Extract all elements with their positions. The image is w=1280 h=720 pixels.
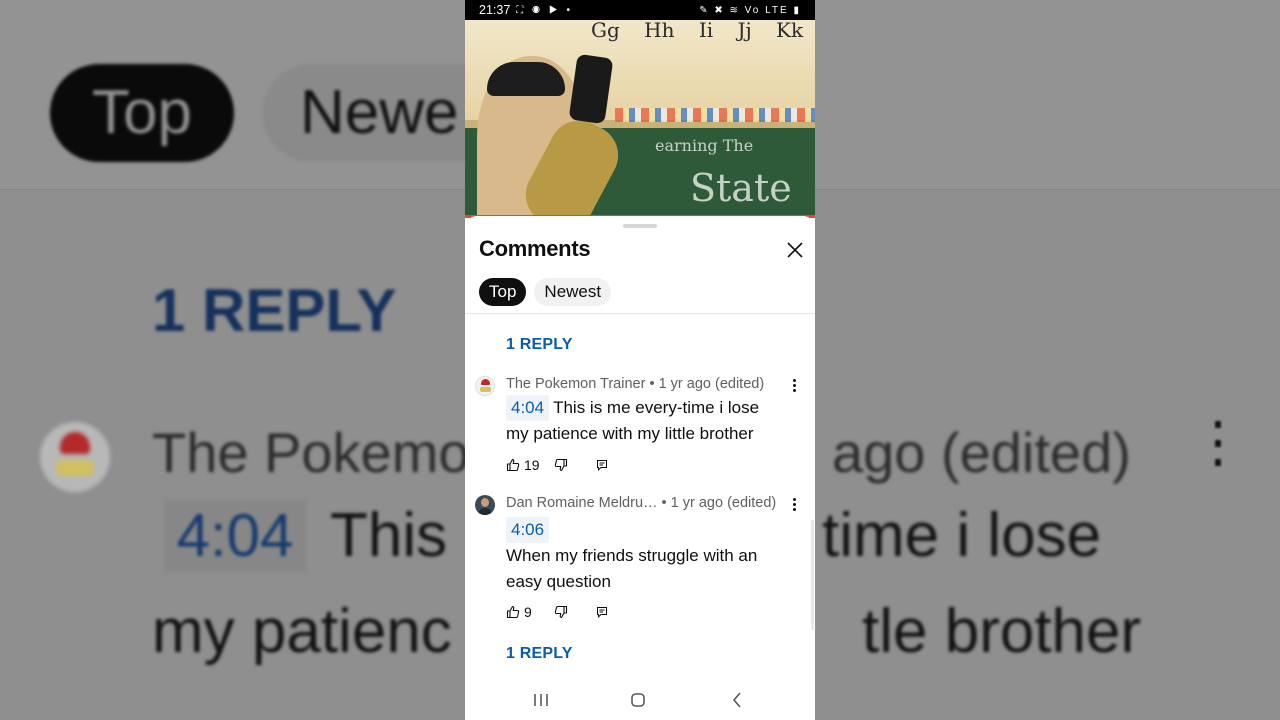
- comment-meta: The Pokemon Trainer • 1 yr ago (edited): [506, 376, 764, 392]
- bg-text-line2-right: tle brother: [862, 597, 1142, 666]
- thumbs-up-icon: [506, 605, 520, 619]
- notification-icons: ⛶ ◉ ▶ •: [516, 4, 574, 16]
- android-nav-bar: [465, 680, 815, 720]
- timestamp-link[interactable]: 4:06: [506, 517, 550, 543]
- comment-author[interactable]: The Pokemon Trainer: [506, 376, 645, 392]
- sort-tabs: Top Newest: [479, 278, 612, 306]
- bg-chip-top: Top: [50, 64, 234, 162]
- comment-meta: Dan Romaine Meldru… • 1 yr ago (edited): [506, 495, 776, 511]
- status-bar: 21:37 ⛶ ◉ ▶ • ✎ ✖ ≋ Vo LTE ▮: [465, 0, 815, 20]
- bg-meta-right: ago (edited): [832, 421, 1131, 484]
- thumbs-down-icon: [554, 458, 567, 472]
- bg-kebab-icon: ⋮: [1190, 410, 1246, 473]
- bg-meta-left: The Pokemo: [152, 421, 470, 484]
- kebab-dot-icon: [792, 384, 796, 387]
- home-icon: [631, 693, 645, 707]
- reply-button[interactable]: [596, 459, 608, 471]
- header-divider: [465, 313, 815, 314]
- comment-text-line2: my patience with my little brother: [506, 424, 754, 443]
- meta-separator: •: [649, 376, 655, 392]
- comments-sheet: Comments Top Newest 1 REPLY The Pokemon …: [465, 216, 815, 720]
- kebab-dot-icon: [792, 498, 796, 501]
- reply-comment-icon: [596, 607, 607, 618]
- like-button[interactable]: 9: [506, 604, 532, 620]
- comment-text-line1: When my friends struggle with an: [506, 546, 758, 565]
- bg-timestamp: 4:04: [164, 500, 306, 572]
- bg-text-line2-left: my patienc: [152, 597, 452, 666]
- kebab-dot-icon: [792, 389, 796, 392]
- comment-author[interactable]: Dan Romaine Meldru…: [506, 495, 658, 511]
- comment-actions: 19: [506, 456, 608, 474]
- kebab-dot-icon: [792, 379, 796, 382]
- phone-screen: 21:37 ⛶ ◉ ▶ • ✎ ✖ ≋ Vo LTE ▮ Gg Hh Ii Jj…: [465, 0, 815, 720]
- bg-reply-link: 1 REPLY: [152, 277, 397, 344]
- comment-menu-button[interactable]: [788, 496, 800, 514]
- comment-menu-button[interactable]: [788, 377, 800, 395]
- video-alphabet-letters: Gg Hh Ii Jj Kk: [591, 20, 804, 42]
- back-icon: [732, 692, 741, 708]
- recent-apps-icon: [534, 694, 548, 706]
- view-replies-link[interactable]: 1 REPLY: [506, 645, 573, 663]
- comment-text-line1: This is me every-time i lose: [553, 398, 760, 417]
- close-icon: [787, 242, 803, 258]
- thumbs-down-icon: [554, 605, 567, 619]
- sheet-title: Comments: [479, 236, 591, 261]
- back-button[interactable]: [727, 690, 747, 710]
- dislike-button[interactable]: [554, 458, 568, 472]
- drag-handle[interactable]: [623, 224, 657, 228]
- meta-separator: •: [661, 495, 667, 511]
- system-icons: ✎ ✖ ≋ Vo LTE ▮: [699, 4, 801, 16]
- comment-body: 4:06 When my friends struggle with an ea…: [506, 517, 796, 595]
- close-button[interactable]: [783, 238, 807, 262]
- video-player[interactable]: Gg Hh Ii Jj Kk earning The State: [465, 20, 815, 218]
- kebab-dot-icon: [792, 503, 796, 506]
- like-count: 9: [524, 604, 532, 620]
- video-person-hair: [487, 62, 565, 96]
- like-count: 19: [524, 457, 540, 473]
- kebab-dot-icon: [792, 508, 796, 511]
- thumbs-up-icon: [506, 458, 520, 472]
- tab-top[interactable]: Top: [479, 278, 527, 306]
- reply-button[interactable]: [596, 606, 608, 618]
- status-time: 21:37: [479, 3, 511, 17]
- video-decor-strip: [615, 108, 815, 122]
- video-chalk-line2: State: [690, 166, 792, 210]
- bg-avatar: [40, 422, 110, 492]
- comment-age: 1 yr ago (edited): [670, 495, 777, 511]
- dislike-button[interactable]: [554, 605, 568, 619]
- like-button[interactable]: 19: [506, 457, 540, 473]
- bg-text-line1-right: time i lose: [822, 501, 1102, 570]
- recent-apps-button[interactable]: [531, 690, 551, 710]
- timestamp-link[interactable]: 4:04: [506, 395, 550, 421]
- video-chalk-line1: earning The: [655, 136, 754, 155]
- reply-comment-icon: [596, 460, 607, 471]
- comment-actions: 9: [506, 603, 608, 621]
- view-replies-link[interactable]: 1 REPLY: [506, 336, 573, 354]
- avatar[interactable]: [475, 376, 495, 396]
- comment-body: 4:04 This is me every-time i lose my pati…: [506, 395, 796, 447]
- comment-age: 1 yr ago (edited): [658, 376, 765, 392]
- avatar[interactable]: [475, 495, 495, 515]
- home-button[interactable]: [628, 690, 648, 710]
- scrollbar[interactable]: [811, 520, 814, 630]
- bg-text-line1-left: This: [330, 501, 448, 570]
- comment-text-line2: easy question: [506, 572, 611, 591]
- tab-newest[interactable]: Newest: [534, 278, 612, 306]
